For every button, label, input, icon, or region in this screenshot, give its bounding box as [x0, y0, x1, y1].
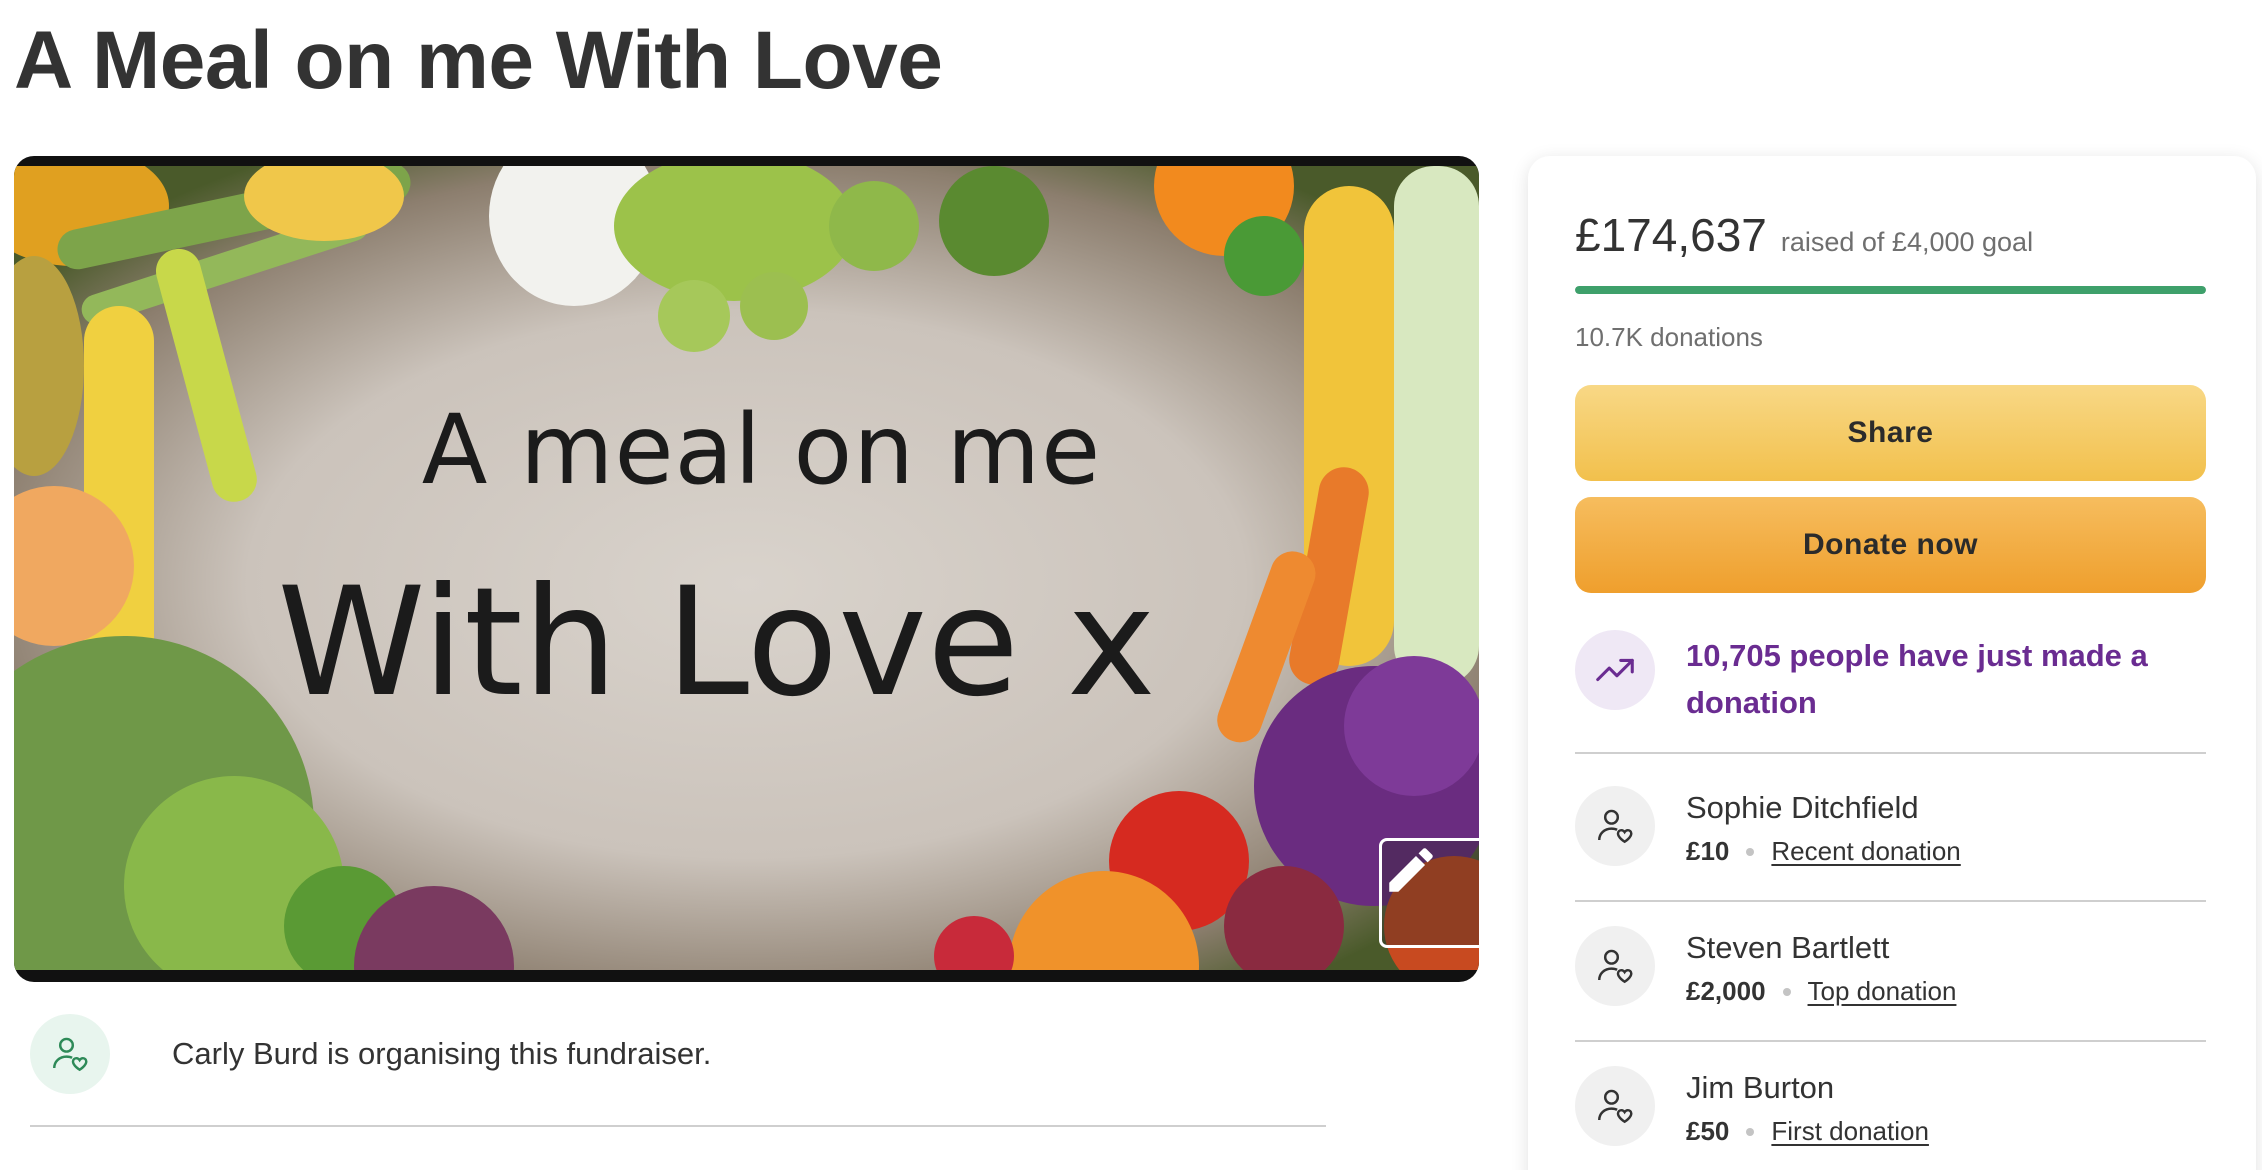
divider — [1575, 752, 2206, 754]
share-button[interactable]: Share — [1575, 385, 2206, 481]
cover-image-content: A meal on me With Love x — [14, 166, 1479, 970]
user-heart-icon — [53, 1037, 88, 1072]
donation-type-link[interactable]: Top donation — [1808, 976, 1957, 1007]
donor-item: Jim Burton £50 First donation — [1575, 1066, 1929, 1147]
separator-dot — [1746, 1127, 1755, 1136]
fundraiser-cover-image: A meal on me With Love x — [14, 156, 1479, 982]
cover-text-line-2: With Love x — [277, 556, 1156, 730]
divider — [1575, 1040, 2206, 1042]
donor-avatar — [1575, 926, 1655, 1006]
donation-type-link[interactable]: First donation — [1771, 1116, 1929, 1147]
separator-dot — [1782, 987, 1791, 996]
divider — [30, 1125, 1326, 1127]
pencil-icon — [1389, 848, 1433, 892]
donate-now-button[interactable]: Donate now — [1575, 497, 2206, 593]
donations-count: 10.7K donations — [1575, 322, 1763, 352]
organiser-avatar — [30, 1014, 110, 1094]
progress-bar-fill — [1575, 286, 2206, 294]
donor-name: Sophie Ditchfield — [1686, 790, 1919, 825]
donor-avatar — [1575, 786, 1655, 866]
separator-dot — [1746, 847, 1755, 856]
user-heart-icon — [1598, 1089, 1633, 1124]
donor-name: Steven Bartlett — [1686, 930, 1890, 965]
donor-meta: £50 First donation — [1686, 1116, 1929, 1147]
donor-info: Sophie Ditchfield £10 Recent donation — [1686, 786, 1961, 867]
goal-text: raised of £4,000 goal — [1780, 227, 2034, 257]
progress-bar — [1575, 286, 2206, 294]
activity-icon-wrapper — [1575, 630, 1655, 710]
donation-amount: £10 — [1686, 836, 1730, 866]
activity-notice: 10,705 people have just made a donation — [1575, 630, 2186, 726]
raised-amount: £174,637 — [1575, 209, 1767, 261]
divider — [1575, 900, 2206, 902]
donor-info: Steven Bartlett £2,000 Top donation — [1686, 926, 1956, 1007]
organiser-text: Carly Burd is organising this fundraiser… — [172, 1036, 712, 1071]
donation-amount: £50 — [1686, 1116, 1730, 1146]
donor-item: Steven Bartlett £2,000 Top donation — [1575, 926, 1956, 1007]
donor-info: Jim Burton £50 First donation — [1686, 1066, 1929, 1147]
page-title: A Meal on me With Love — [14, 15, 943, 106]
raised-summary: £174,637 raised of £4,000 goal — [1575, 208, 2033, 262]
user-heart-icon — [1598, 949, 1633, 984]
donation-sidebar-card: £174,637 raised of £4,000 goal 10.7K don… — [1528, 156, 2256, 1170]
donor-meta: £2,000 Top donation — [1686, 976, 1956, 1007]
user-heart-icon — [1598, 809, 1633, 844]
donor-avatar — [1575, 1066, 1655, 1146]
donor-item: Sophie Ditchfield £10 Recent donation — [1575, 786, 1961, 867]
donor-name: Jim Burton — [1686, 1070, 1835, 1105]
edit-image-button[interactable] — [1379, 838, 1479, 948]
donor-meta: £10 Recent donation — [1686, 836, 1961, 867]
cover-text-line-1: A meal on me — [421, 394, 1102, 506]
trending-up-icon — [1596, 658, 1634, 682]
donation-type-link[interactable]: Recent donation — [1771, 836, 1960, 867]
donation-amount: £2,000 — [1686, 976, 1766, 1006]
activity-text: 10,705 people have just made a donation — [1686, 638, 2148, 720]
organiser-row: Carly Burd is organising this fundraiser… — [30, 1014, 711, 1094]
